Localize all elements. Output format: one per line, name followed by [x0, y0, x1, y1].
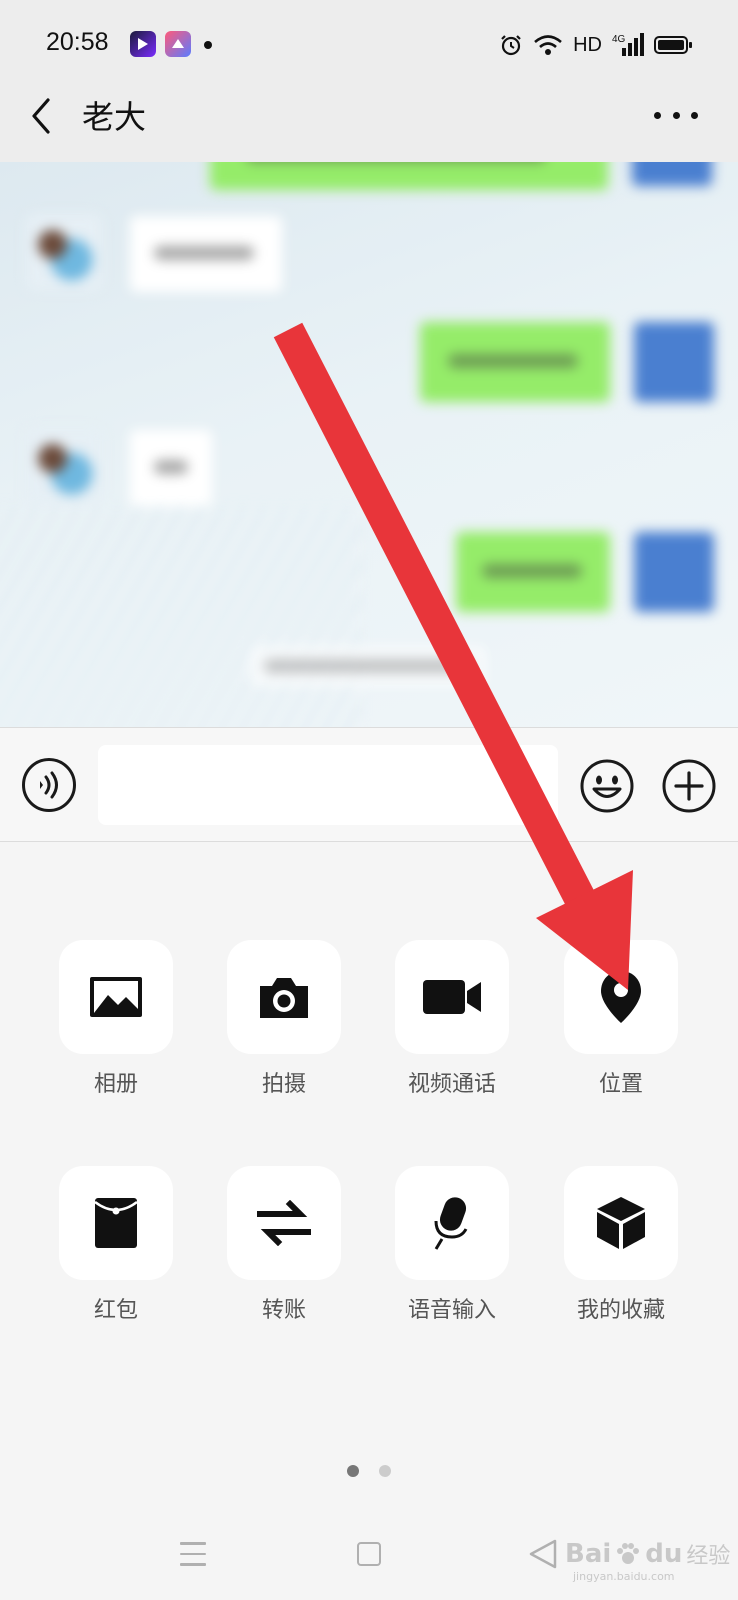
signal-icon: 4G	[612, 33, 644, 56]
video-app-icon	[130, 31, 156, 57]
video-call-icon	[423, 980, 481, 1014]
action-camera[interactable]: 拍摄	[224, 940, 344, 1098]
more-dots-icon	[654, 111, 661, 119]
status-bar: 20:58 HD 4G	[0, 0, 738, 90]
avatar[interactable]	[634, 532, 714, 612]
more-options-button[interactable]	[654, 108, 698, 122]
triangle-back-icon	[529, 1539, 557, 1569]
action-video-call[interactable]: 视频通话	[392, 940, 512, 1098]
photo-album-icon	[90, 977, 142, 1017]
action-label: 语音输入	[407, 1298, 496, 1323]
status-time: 20:58	[46, 28, 109, 56]
page-dot-active[interactable]	[347, 1465, 359, 1477]
action-label: 视频通话	[407, 1072, 496, 1097]
message-input-bar	[0, 727, 738, 842]
svg-text:4G: 4G	[612, 34, 626, 45]
action-voice-input[interactable]: 语音输入	[392, 1166, 512, 1324]
home-button[interactable]	[357, 1542, 381, 1566]
avatar[interactable]	[632, 162, 712, 186]
message-bubble-received[interactable]	[130, 430, 212, 506]
camera-icon	[260, 978, 308, 1018]
status-indicators: HD 4G	[499, 30, 692, 60]
message-bubble-received[interactable]	[130, 216, 282, 292]
avatar[interactable]	[634, 322, 714, 402]
chat-header: 老大	[0, 90, 738, 162]
more-functions-button[interactable]	[661, 758, 717, 814]
message-bubble-sent[interactable]	[420, 322, 610, 402]
alarm-icon	[501, 35, 521, 56]
message-bubble-sent[interactable]	[210, 162, 608, 190]
transfer-icon	[257, 1200, 311, 1246]
location-pin-icon	[601, 971, 641, 1023]
action-label: 转账	[261, 1298, 306, 1323]
recent-apps-button[interactable]	[180, 1542, 206, 1566]
notification-dot	[204, 41, 212, 49]
action-label: 我的收藏	[576, 1298, 665, 1323]
avatar[interactable]	[26, 428, 102, 504]
back-button[interactable]	[24, 96, 64, 136]
action-label: 红包	[93, 1298, 138, 1323]
system-navigation-bar: Bai du 经验 jingyan.baidu.com	[0, 1512, 738, 1600]
paw-icon	[617, 1543, 640, 1564]
system-message	[250, 646, 486, 686]
chat-title: 老大	[82, 98, 147, 136]
emoji-icon	[580, 759, 634, 813]
action-label: 位置	[598, 1072, 643, 1097]
avatar[interactable]	[26, 214, 102, 290]
wifi-icon	[534, 35, 562, 55]
chat-history[interactable]	[0, 162, 738, 727]
action-location[interactable]: 位置	[561, 940, 681, 1098]
battery-icon	[654, 36, 692, 54]
function-panel: 相册 拍摄 视频通话 位置 红包 转账 语音输入 我的收藏	[0, 842, 738, 1512]
voice-button[interactable]	[22, 758, 76, 812]
action-red-packet[interactable]: 红包	[56, 1166, 176, 1324]
action-transfer[interactable]: 转账	[224, 1166, 344, 1324]
action-favorites[interactable]: 我的收藏	[561, 1166, 681, 1324]
favorites-cube-icon	[597, 1197, 645, 1249]
system-back-button[interactable]	[528, 1538, 558, 1570]
action-label: 相册	[93, 1072, 138, 1097]
microphone-icon	[434, 1197, 468, 1250]
page-dot[interactable]	[379, 1465, 391, 1477]
action-label: 拍摄	[261, 1072, 306, 1097]
message-input[interactable]	[98, 745, 558, 825]
message-bubble-sent[interactable]	[456, 532, 610, 612]
network-label: HD	[573, 33, 602, 56]
watermark: Bai du 经验 jingyan.baidu.com	[565, 1539, 731, 1583]
voice-icon	[40, 771, 58, 799]
action-photo-album[interactable]: 相册	[56, 940, 176, 1098]
plus-icon	[662, 759, 716, 813]
emoji-button[interactable]	[579, 758, 635, 814]
gallery-app-icon	[165, 31, 191, 57]
chevron-left-icon	[32, 98, 50, 134]
page-indicator	[0, 1465, 738, 1479]
red-packet-icon	[94, 1198, 138, 1248]
